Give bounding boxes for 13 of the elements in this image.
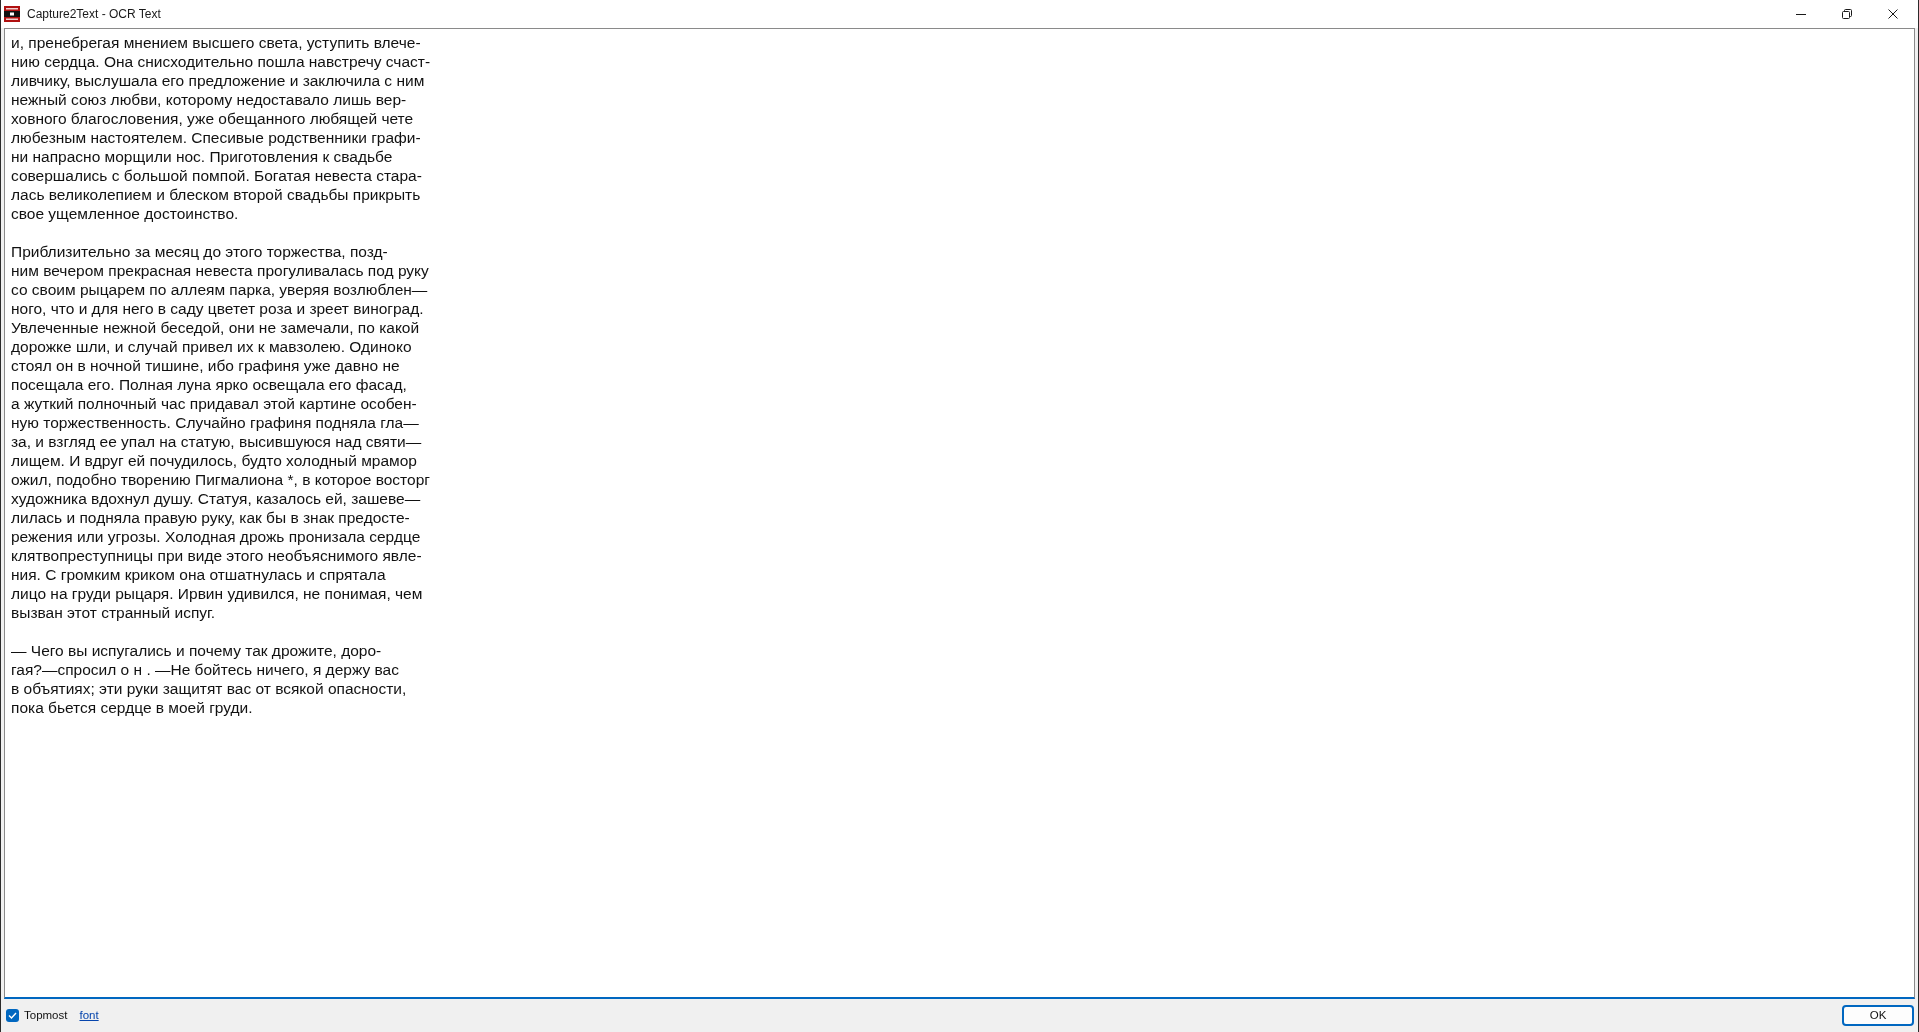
- checkbox-label: Topmost: [24, 1007, 68, 1023]
- font-link[interactable]: font: [79, 1006, 99, 1025]
- close-icon: [1888, 9, 1898, 19]
- text-paragraph: и, пренебрегая мнением высшего света, уступить влече- нию сердца. Она снисходительно пошла навстречу счаст- ливчику, выслушала его предложение и заключила с ним нежный союз любви, которому недоставало лишь вер- ховного благословения, уже обещанного любящей чете любезным настоятелем. Спесивые родственники графи- ни напрасно морщили нос. Приготовления к свадьбе совершались с большой помпой. Богатая невеста стара- лась великолепием и блеском второй свадьбы прикрыть свое ущемленное достоинство.: [11, 33, 431, 223]
- window-title: Capture2Text - OCR Text: [27, 6, 161, 23]
- app-logo-icon: [4, 6, 20, 22]
- restore-icon: [1842, 9, 1852, 19]
- checkbox[interactable]: [6, 1009, 19, 1022]
- ok-button[interactable]: OK: [1842, 1005, 1914, 1026]
- text-paragraph: Приблизительно за месяц до этого торжества, позд- ним вечером прекрасная невеста прогуливалась под руку со своим рыцарем по аллеям парка, уверяя возлюблен— ного, что и для него в саду цветет роза и зреет виноград. Увлеченные нежной беседой, они не замечали, по какой дорожке шли, и случай привел их к мавзолею. Одиноко стоял он в ночной тишине, ибо графиня уже давно не посещала его. Полная луна ярко освещала его фасад, а жуткий полночный час придавал этой картине особен- ную торжественность. Случайно графиня подняла гла— за, и взгляд ее упал на статую, высившуюся над святи— лищем. И вдруг ей почудилось, будто холодный мрамор ожил, подобно творению Пигмалиона *, в которое восторг художника вдохнул душу. Статуя, казалось ей, зашеве— лилась и подняла правую руку, как бы в знак предосте- режения или угрозы. Холодная дрожь пронизала сердце клятвопреступницы при виде этого необъяснимого явле- ния. С громким криком она отшатнулась и спрятала лицо на груди рыцаря. Ирвин удивился, не понимая, чем вызван этот странный испуг.: [11, 242, 430, 622]
- text-paragraph: — Чего вы испугались и почему так дрожите, доро- гая?—спросил о н . —Не бойтесь ничего, я держу вас в объятиях; эти руки защитят вас от всякой опасности, пока бьется сердце в моей груди.: [11, 641, 407, 717]
- text-area[interactable]: [4, 28, 1915, 999]
- minimize-icon: [1796, 13, 1806, 15]
